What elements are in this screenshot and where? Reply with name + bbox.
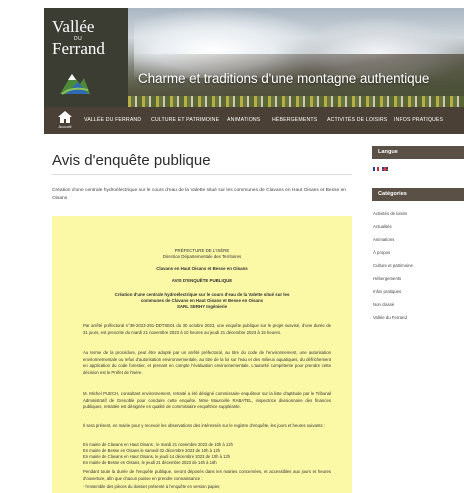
notice-avis-heading: AVIS D'ENQUÊTE PUBLIQUE (171, 278, 233, 283)
sidebar-heading-langue: Langue (372, 146, 464, 159)
category-link[interactable]: Animations (373, 237, 394, 242)
notice-paragraph: Au terme de la procédure, peut être adop… (83, 350, 331, 375)
notice-paragraph: Pendant toute la durée de l'enquête publ… (83, 469, 331, 481)
notice-prefecture: PRÉFECTURE DE L'ISÈRE (174, 248, 230, 253)
title-divider (52, 174, 352, 175)
category-link[interactable]: Non classé (373, 302, 394, 307)
english-flag-icon[interactable] (382, 167, 388, 171)
site-logo[interactable]: Vallée DU Ferrand (44, 8, 128, 107)
nav-item-animations[interactable]: ANIMATIONS (227, 117, 260, 123)
logo-text: Vallée (52, 17, 95, 36)
article-intro: Création d'une centrale hydroélectrique … (52, 188, 347, 201)
notice-image: PRÉFECTURE DE L'ISÈRE Direction Départem… (52, 216, 352, 493)
notice-schedule-line: En mairie de Clavans en Haut Oisans , le… (83, 442, 233, 447)
page: Vallée DU Ferrand Charme et traditions d… (0, 0, 464, 493)
notice-schedule-line: En mairie de Clavans en Haut Oisans, le … (83, 454, 231, 459)
nav-item-vallee-du-ferrand[interactable]: VALLÉE DU FERRAND (84, 117, 141, 123)
notice-paragraph: M. Michel PUECH, consultant environnemen… (83, 391, 331, 410)
nav-item-activites-de-loisirs[interactable]: ACTIVITÉS DE LOISIRS (327, 117, 387, 123)
nav-item-culture-et-patrimoine[interactable]: CULTURE ET PATRIMOINE (151, 117, 219, 123)
notice-schedule-line: En mairie de Besse en Oisans le samedi 0… (83, 448, 221, 453)
category-link[interactable]: Actualités (373, 224, 392, 229)
nav-item-infos-pratiques[interactable]: INFOS PRATIQUES (394, 117, 443, 123)
notice-schedule-line: En mairie de Besse en Oisans, le jeudi 2… (83, 460, 217, 465)
logo-mountain-icon (58, 64, 92, 98)
category-link[interactable]: Hébergements (373, 276, 401, 281)
notice-paragraph: Par arrêté préfectoral n°38-2023-291-DDT… (83, 323, 331, 335)
notice-communes: Clavans en Haut Oisans et Besse en Oisan… (156, 266, 248, 271)
notice-headline: Création d'une centrale hydroélectrique … (114, 292, 290, 297)
page-title: Avis d'enquête publique (52, 152, 211, 169)
category-link[interactable]: Vallée du Ferrand (373, 315, 407, 320)
notice-paragraph: Il sera présent, en mairie pour y recevo… (83, 423, 326, 428)
category-link[interactable]: Culture et patrimoine (373, 263, 413, 268)
home-icon (58, 111, 72, 123)
logo-text: Ferrand (52, 39, 105, 58)
category-link[interactable]: Infos pratiques (373, 289, 401, 294)
french-flag-icon[interactable] (373, 167, 379, 171)
notice-direction: Direction Départementale des Territoires (162, 254, 242, 259)
site-tagline: Charme et traditions d'une montagne auth… (138, 71, 430, 86)
main-navigation: Accueil VALLÉE DU FERRAND CULTURE ET PAT… (44, 107, 464, 134)
category-link[interactable]: À propos (373, 250, 390, 255)
meadow-flowers-image (128, 96, 464, 107)
nav-item-home[interactable]: Accueil (56, 110, 74, 132)
nav-home-label: Accueil (58, 124, 72, 129)
category-link[interactable]: Activités de loisirs (373, 211, 407, 216)
sidebar-heading-categories: Catégories (372, 188, 464, 201)
notice-headline: SARL SERHY Ingénierie (176, 304, 228, 309)
notice-bullet: - l'ensemble des pièces du dossier prése… (83, 484, 221, 489)
notice-headline: communes de Clavans en Haut Oisans et Be… (140, 298, 264, 303)
nav-item-hebergements[interactable]: HÉBERGEMENTS (272, 117, 317, 123)
